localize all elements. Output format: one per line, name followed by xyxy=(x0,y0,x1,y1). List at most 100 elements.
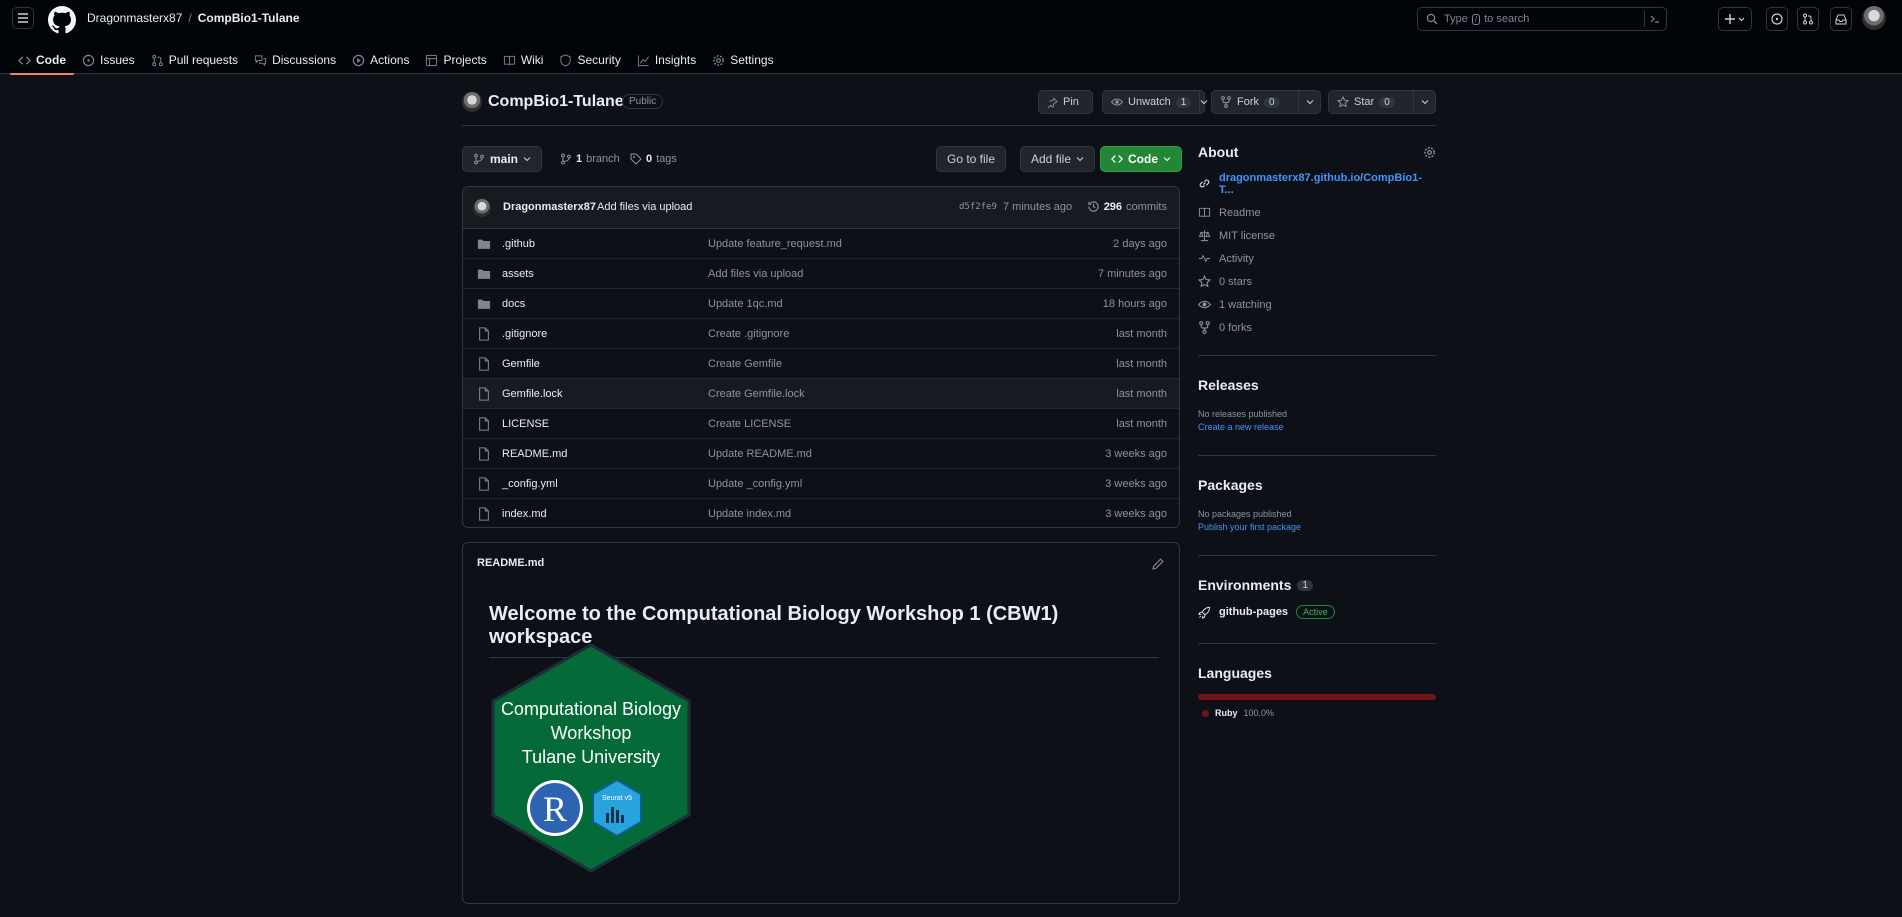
search-input[interactable]: Type / to search xyxy=(1417,7,1667,31)
user-avatar[interactable] xyxy=(1862,6,1886,30)
chevron-down-icon xyxy=(1163,157,1171,162)
file-row[interactable]: .github Update feature_request.md 2 days a… xyxy=(463,229,1179,259)
star-dropdown[interactable] xyxy=(1413,91,1435,113)
commit-author-avatar[interactable] xyxy=(473,199,491,217)
tab-issues[interactable]: Issues xyxy=(74,46,143,74)
branch-count-label: branch xyxy=(586,153,620,165)
file-row[interactable]: docs Update 1qc.md 18 hours ago xyxy=(463,289,1179,319)
file-commit-message[interactable]: Update feature_request.md xyxy=(708,238,842,250)
file-name[interactable]: Gemfile.lock xyxy=(502,388,563,400)
file-name[interactable]: Gemfile xyxy=(502,358,540,370)
file-name[interactable]: LICENSE xyxy=(502,418,549,430)
tab-projects[interactable]: Projects xyxy=(417,46,494,74)
star-button[interactable]: Star 0 xyxy=(1328,90,1436,114)
chevron-down-icon xyxy=(1201,100,1208,105)
file-commit-message[interactable]: Create .gitignore xyxy=(708,328,789,340)
file-name[interactable]: assets xyxy=(502,268,534,280)
branch-icon xyxy=(561,153,571,165)
pin-button[interactable]: Pin xyxy=(1038,90,1093,114)
file-commit-message[interactable]: Update 1qc.md xyxy=(708,298,783,310)
github-logo-icon[interactable] xyxy=(48,6,76,34)
unwatch-dropdown[interactable] xyxy=(1199,91,1208,113)
tab-code[interactable]: Code xyxy=(10,46,74,75)
issues-button[interactable] xyxy=(1766,7,1788,31)
shield-icon xyxy=(560,53,572,67)
file-row[interactable]: README.md Update README.md 3 weeks ago xyxy=(463,439,1179,469)
menu-button[interactable] xyxy=(12,7,34,29)
repo-owner-avatar[interactable] xyxy=(462,92,482,112)
file-commit-message[interactable]: Update _config.yml xyxy=(708,478,802,490)
breadcrumb-repo[interactable]: CompBio1-Tulane xyxy=(198,11,300,25)
file-name[interactable]: _config.yml xyxy=(502,478,558,490)
readme-filename[interactable]: README.md xyxy=(477,557,544,569)
commit-author[interactable]: Dragonmasterx87 xyxy=(503,201,596,213)
file-name[interactable]: docs xyxy=(502,298,525,310)
about-forks[interactable]: 0 forks xyxy=(1198,316,1436,339)
homepage-link[interactable]: dragonmasterx87.github.io/CompBio1-T... xyxy=(1198,171,1436,196)
languages-title: Languages xyxy=(1198,665,1272,681)
breadcrumb-owner[interactable]: Dragonmasterx87 xyxy=(87,11,182,25)
tab-settings[interactable]: Settings xyxy=(704,46,781,74)
code-button[interactable]: Code xyxy=(1100,146,1182,172)
about-readme[interactable]: Readme xyxy=(1198,201,1436,224)
file-row[interactable]: LICENSE Create LICENSE last month xyxy=(463,409,1179,439)
homepage-url: dragonmasterx87.github.io/CompBio1-T... xyxy=(1218,171,1422,196)
commit-history-link[interactable]: 296 commits xyxy=(1087,200,1167,213)
edit-readme-button[interactable] xyxy=(1151,557,1165,571)
file-commit-message[interactable]: Create LICENSE xyxy=(708,418,791,430)
file-row[interactable]: Gemfile Create Gemfile last month xyxy=(463,349,1179,379)
add-file-button[interactable]: Add file xyxy=(1020,146,1096,172)
tab-wiki[interactable]: Wiki xyxy=(495,46,552,74)
about-watching[interactable]: 1 watching xyxy=(1198,293,1436,316)
about-watching-label: 1 watching xyxy=(1219,298,1272,311)
file-row[interactable]: _config.yml Update _config.yml 3 weeks ago xyxy=(463,469,1179,499)
file-row[interactable]: index.md Update index.md 3 weeks ago xyxy=(463,499,1179,527)
unwatch-button[interactable]: Unwatch 1 xyxy=(1102,90,1208,114)
file-commit-message[interactable]: Add files via upload xyxy=(708,268,803,280)
commit-message[interactable]: Add files via upload xyxy=(597,201,692,213)
branches-link[interactable]: 1 branch xyxy=(560,153,620,165)
environment-item[interactable]: github-pages Active xyxy=(1198,605,1436,619)
tab-discussions-label: Discussions xyxy=(272,53,337,67)
about-stars[interactable]: 0 stars xyxy=(1198,270,1436,293)
releases-title[interactable]: Releases xyxy=(1198,377,1436,393)
tab-code-label: Code xyxy=(36,53,66,67)
tags-link[interactable]: 0 tags xyxy=(630,153,677,165)
tab-discussions[interactable]: Discussions xyxy=(246,46,344,74)
about-license[interactable]: MIT license xyxy=(1198,224,1436,247)
file-row[interactable]: Gemfile.lock Create Gemfile.lock last mont… xyxy=(463,379,1179,409)
file-commit-message[interactable]: Update index.md xyxy=(708,508,791,520)
file-commit-message[interactable]: Create Gemfile.lock xyxy=(708,388,805,400)
file-row[interactable]: .gitignore Create .gitignore last month xyxy=(463,319,1179,349)
fork-button[interactable]: Fork 0 xyxy=(1211,90,1321,114)
command-palette-button[interactable] xyxy=(1644,11,1660,27)
file-commit-message[interactable]: Update README.md xyxy=(708,448,812,460)
repo-title[interactable]: CompBio1-Tulane xyxy=(488,93,624,111)
about-activity[interactable]: Activity xyxy=(1198,247,1436,270)
inbox-button[interactable] xyxy=(1830,7,1852,31)
environments-title[interactable]: Environments xyxy=(1198,577,1291,593)
go-to-file-button[interactable]: Go to file xyxy=(936,146,1007,172)
create-new-button[interactable] xyxy=(1718,7,1752,31)
file-name[interactable]: index.md xyxy=(502,508,547,520)
file-name[interactable]: .gitignore xyxy=(502,328,547,340)
file-name[interactable]: README.md xyxy=(502,448,567,460)
edit-about-button[interactable] xyxy=(1423,146,1436,159)
file-row[interactable]: assets Add files via upload 7 minutes ago xyxy=(463,259,1179,289)
file-name[interactable]: .github xyxy=(502,238,535,250)
file-icon xyxy=(477,387,491,401)
create-release-link[interactable]: Create a new release xyxy=(1198,422,1436,432)
pull-requests-button[interactable] xyxy=(1797,7,1819,31)
file-commit-message[interactable]: Create Gemfile xyxy=(708,358,782,370)
language-item[interactable]: Ruby 100.0% xyxy=(1198,708,1436,718)
branch-selector[interactable]: main xyxy=(462,146,543,172)
tab-pull-requests[interactable]: Pull requests xyxy=(143,46,246,74)
tab-insights[interactable]: Insights xyxy=(629,46,704,74)
tab-actions[interactable]: Actions xyxy=(344,46,417,74)
commit-sha[interactable]: d5f2fe9 xyxy=(959,202,997,212)
fork-dropdown[interactable] xyxy=(1298,91,1320,113)
tab-security[interactable]: Security xyxy=(551,46,628,74)
packages-title[interactable]: Packages xyxy=(1198,477,1436,493)
publish-package-link[interactable]: Publish your first package xyxy=(1198,522,1436,532)
logo-line-1: Computational Biology xyxy=(501,699,681,719)
